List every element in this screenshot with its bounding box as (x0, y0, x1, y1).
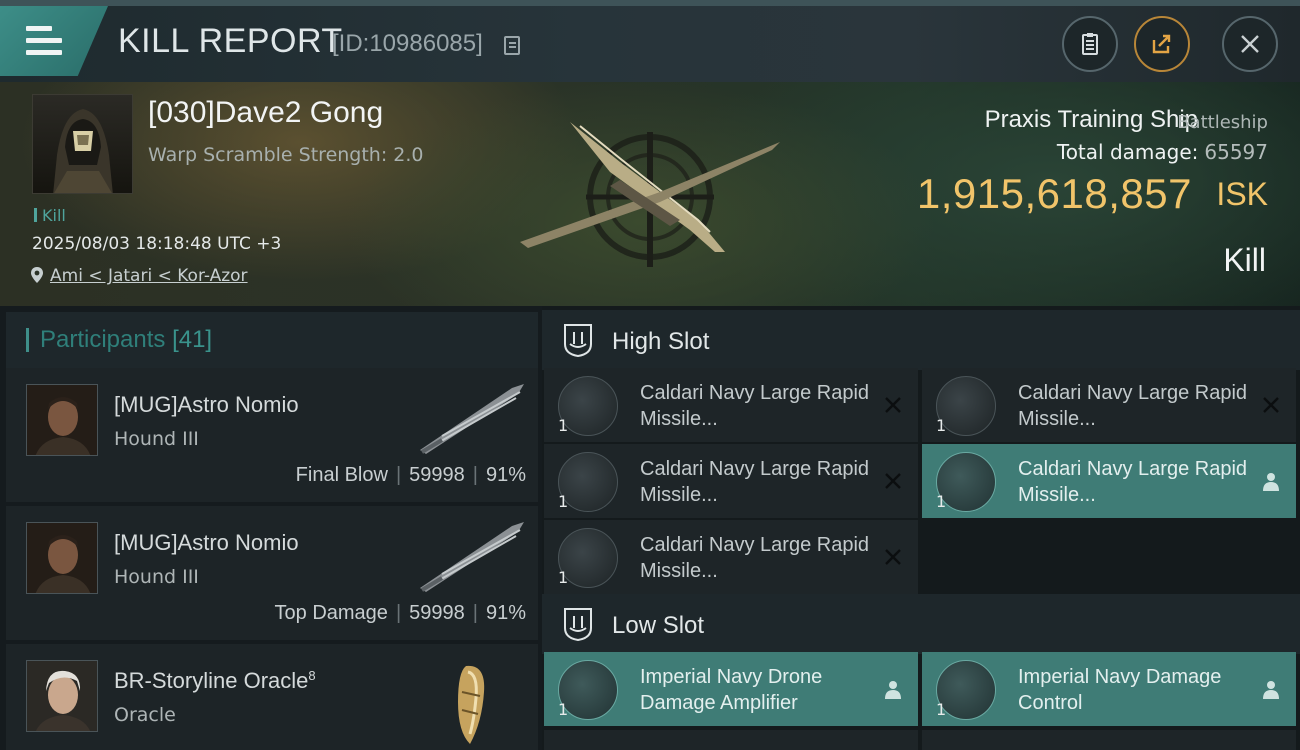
participant-row[interactable]: [MUG]Astro Nomio Hound III Top Damage | 59… (6, 506, 538, 640)
participants-title: Participants [41] (40, 326, 212, 354)
module-slot[interactable]: 1 Imperial Navy Damage Control (922, 652, 1296, 726)
dropped-person-icon (885, 681, 901, 699)
module-slot[interactable] (544, 730, 918, 750)
victim-ship-name[interactable]: Praxis Training Ship (985, 106, 1198, 134)
share-button[interactable] (1134, 16, 1190, 72)
participant-percent: 91% (485, 464, 526, 486)
close-button[interactable] (1222, 16, 1278, 72)
participant-percent: 91% (485, 602, 526, 624)
copy-icon[interactable] (504, 36, 520, 55)
dropped-person-icon (1263, 681, 1279, 699)
module-quantity: 1 (936, 416, 947, 435)
module-name: Imperial Navy Damage Control (1018, 666, 1222, 714)
participants-header[interactable]: Participants [41] (6, 312, 538, 370)
location-link[interactable]: Ami < Jatari < Kor-Azor (50, 266, 248, 286)
participant-row[interactable]: [MUG]Astro Nomio Hound III Final Blow | 59… (6, 368, 538, 502)
participant-role: Top Damage (274, 602, 388, 624)
participant-name-sup: 8 (308, 668, 316, 683)
clipboard-icon (1082, 33, 1098, 55)
participant-name[interactable]: [MUG]Astro Nomio (114, 530, 299, 556)
participants-label: Participants (40, 326, 166, 353)
participant-ship-render (458, 665, 485, 744)
page-title: KILL REPORT (118, 22, 343, 60)
participant-ship: Hound III (114, 566, 199, 588)
kill-datetime: 2025/08/03 18:18:48 UTC +3 (32, 234, 282, 254)
destroyed-x-icon (885, 397, 901, 413)
module-slot[interactable]: 1 Caldari Navy Large Rapid Missile... (922, 368, 1296, 442)
module-quantity: 1 (558, 568, 569, 587)
participant-stats: Top Damage | 59998 | 91% (274, 602, 526, 624)
module-slot[interactable]: 1 Imperial Navy Drone Damage Amplifier (544, 652, 918, 726)
participant-name[interactable]: BR-Storyline Oracle8 (114, 668, 316, 694)
module-slot[interactable]: 1 Caldari Navy Large Rapid Missile... (544, 368, 918, 442)
victim-ship-class: Battleship (1177, 112, 1268, 133)
top-bar: KILL REPORT [ID:10986085] (0, 0, 1300, 82)
module-name: Caldari Navy Large Rapid Missile... (1018, 458, 1248, 506)
location-pin-icon (30, 266, 44, 289)
close-icon (1241, 35, 1259, 53)
participant-stats: Final Blow | 59998 | 91% (295, 464, 526, 486)
participant-avatar (26, 522, 98, 594)
victim-ship-render (520, 122, 780, 267)
report-id: [ID:10986085] (332, 30, 483, 57)
kill-location[interactable]: Ami < Jatari < Kor-Azor (30, 266, 248, 289)
participant-row[interactable]: BR-Storyline Oracle8 Oracle (6, 644, 538, 750)
isk-unit: ISK (1216, 176, 1268, 212)
module-quantity: 1 (558, 416, 569, 435)
participant-ship: Oracle (114, 704, 176, 726)
participant-ship-render (420, 522, 524, 592)
share-icon (1152, 34, 1171, 54)
low-slot-header: Low Slot (542, 594, 1300, 654)
destroyed-x-icon (885, 473, 901, 489)
participants-header-accent (26, 328, 29, 352)
participant-ship-render (420, 384, 524, 454)
clipboard-button[interactable] (1062, 16, 1118, 72)
module-name: Imperial Navy Drone Damage Amplifier (640, 666, 823, 714)
slot-icon (564, 324, 592, 358)
menu-icon (26, 26, 62, 55)
module-slot[interactable]: 1 Caldari Navy Large Rapid Missile... (922, 444, 1296, 518)
high-slot-header: High Slot (542, 310, 1300, 370)
module-name: Caldari Navy Large Rapid Missile... (640, 458, 870, 506)
high-slot-title: High Slot (612, 328, 710, 355)
total-damage-value: 65597 (1204, 140, 1268, 164)
total-damage-label: Total damage: (1056, 140, 1199, 164)
low-slot-title: Low Slot (612, 612, 705, 639)
top-accent-line (0, 0, 1300, 6)
dropped-person-icon (1263, 473, 1279, 491)
participant-avatar (26, 660, 98, 732)
participant-avatar (26, 384, 98, 456)
kill-tag: Kill (34, 206, 66, 225)
module-quantity: 1 (558, 492, 569, 511)
module-quantity: 1 (558, 700, 569, 719)
destroyed-x-icon (885, 549, 901, 565)
module-slot[interactable]: 1 Caldari Navy Large Rapid Missile... (544, 444, 918, 518)
module-slot[interactable]: 1 Caldari Navy Large Rapid Missile... (544, 520, 918, 594)
total-damage: Total damage: 65597 (1057, 140, 1268, 164)
victim-summary: [030]Dave2 Gong Warp Scramble Strength: … (0, 82, 1300, 306)
module-name: Caldari Navy Large Rapid Missile... (640, 382, 870, 430)
slot-icon (564, 608, 592, 642)
isk-value: 1,915,618,857 (916, 170, 1192, 217)
fitting-panel: High Slot 1 Caldari Navy Large Rapid Mis… (542, 306, 1300, 750)
participant-damage: 59998 (409, 602, 465, 624)
participant-name[interactable]: [MUG]Astro Nomio (114, 392, 299, 418)
participant-ship: Hound III (114, 428, 199, 450)
participant-name-text: BR-Storyline Oracle (114, 668, 309, 693)
destroyed-x-icon (1263, 397, 1279, 413)
module-name: Caldari Navy Large Rapid Missile... (1018, 382, 1248, 430)
participants-count: [41] (172, 326, 213, 353)
module-quantity: 1 (936, 492, 947, 511)
module-slot[interactable] (922, 730, 1296, 750)
victim-name[interactable]: [030]Dave2 Gong (148, 96, 383, 130)
module-name: Caldari Navy Large Rapid Missile... (640, 534, 870, 582)
victim-avatar[interactable] (32, 94, 133, 194)
module-quantity: 1 (936, 700, 947, 719)
participant-damage: 59998 (409, 464, 465, 486)
participants-panel: Participants [41] [MUG]Astro Nomio Hound… (0, 306, 542, 750)
kill-result: Kill (1223, 242, 1266, 278)
warp-scramble-strength: Warp Scramble Strength: 2.0 (148, 144, 424, 166)
menu-button[interactable] (0, 6, 108, 76)
participant-role: Final Blow (295, 464, 388, 486)
